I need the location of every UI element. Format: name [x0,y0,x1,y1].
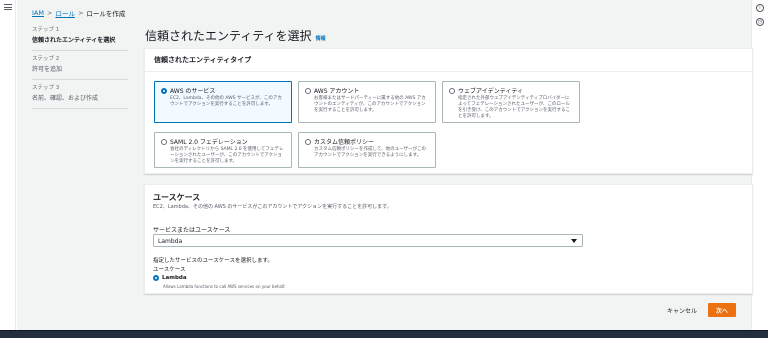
tile-title: カスタム信頼ポリシー [314,139,375,146]
breadcrumb-current: ロールを作成 [86,10,126,18]
breadcrumb: IAM > ロール > ロールを作成 [32,8,125,18]
radio[interactable] [305,87,311,94]
breadcrumb-iam[interactable]: IAM [32,9,44,17]
tile-desc: EC2、Lambda、その他の AWS サービスが、このアカウントでアクションを… [170,96,282,107]
step-number: ステップ 3 [32,85,60,91]
tile-title: AWS アカウント [314,88,360,95]
step-title: 許可を追加 [32,66,63,73]
cancel-button[interactable]: キャンセル [667,306,697,315]
option-label: Lambda [162,275,187,281]
bottom-bar [0,330,768,338]
step-3[interactable]: ステップ 3 名前、確認、および作成 [32,80,128,109]
use-case-hint: 指定したサービスのユースケースを選択します。 [153,258,273,264]
use-case-panel: ユースケース EC2、Lambda、その他の AWS のサービスがこのアカウント… [144,184,753,294]
radio[interactable] [161,138,167,145]
option-desc: Allows Lambda functions to call AWS serv… [163,284,286,289]
step-2[interactable]: ステップ 2 許可を追加 [32,51,128,80]
tile-title: AWS のサービス [170,88,216,95]
chevron-right-icon: > [77,9,84,17]
menu-icon[interactable] [4,4,12,10]
tile-title: ウェブアイデンティティ [458,88,523,95]
step-title: 信頼されたエンティティを選択 [32,37,116,44]
use-case-title: ユースケース [153,193,201,202]
right-rail: i ◷ [751,0,768,330]
page-title: 信頼されたエンティティを選択 情報 [145,27,326,44]
radio[interactable] [449,87,455,94]
step-1: ステップ 1 信頼されたエンティティを選択 [32,22,128,51]
radio-selected[interactable] [161,87,167,94]
use-case-sub-label: ユースケース [153,267,186,273]
next-button[interactable]: 次へ [708,303,736,317]
tile-aws-account[interactable]: AWS アカウント お客様またはサードパーティーに属する他の AWS アカウント… [298,81,436,123]
tile-saml[interactable]: SAML 2.0 フェデレーション 会社のディレクトリから SAML 2.0 を… [154,132,292,168]
left-rail [0,0,16,330]
tile-aws-service[interactable]: AWS のサービス EC2、Lambda、その他の AWS サービスが、このアカ… [154,81,292,123]
breadcrumb-roles[interactable]: ロール [55,8,75,18]
tile-desc: 指定された外部ウェブアイデンティティプロバイダーによってフェデレーションされたユ… [458,96,571,119]
tile-web-identity[interactable]: ウェブアイデンティティ 指定された外部ウェブアイデンティティプロバイダーによって… [442,81,580,123]
main-content: IAM > ロール > ロールを作成 ステップ 1 信頼されたエンティティを選択… [17,0,753,330]
trusted-entity-panel: 信頼されたエンティティタイプ AWS のサービス EC2、Lambda、その他の… [144,48,753,174]
caret-down-icon [571,239,577,243]
tile-title: SAML 2.0 フェデレーション [170,139,248,146]
page-title-text: 信頼されたエンティティを選択 [145,29,312,43]
tile-custom-trust-policy[interactable]: カスタム信頼ポリシー カスタム信頼ポリシーを作成して、他のユーザーがこのアカウン… [298,132,436,168]
wizard-steps: ステップ 1 信頼されたエンティティを選択 ステップ 2 許可を追加 ステップ … [32,22,128,109]
radio-selected[interactable] [153,275,159,281]
step-title: 名前、確認、および作成 [32,95,99,102]
step-number: ステップ 1 [32,27,60,33]
gear-icon[interactable]: ◷ [756,18,764,26]
use-case-option-lambda[interactable]: Lambda [153,275,187,281]
tile-desc: お客様またはサードパーティーに属する他の AWS アカウントのエンティティが、こ… [314,96,426,113]
step-number: ステップ 2 [32,56,60,62]
tile-desc: カスタム信頼ポリシーを作成して、他のユーザーがこのアカウントでアクションを実行で… [314,147,427,158]
panel-heading: 信頼されたエンティティタイプ [145,49,752,72]
radio[interactable] [305,138,311,145]
info-icon[interactable]: i [756,4,764,12]
service-label: サービスまたはユースケース [153,227,231,234]
tile-desc: 会社のディレクトリから SAML 2.0 を使用してフェデレーションされたユーザ… [170,147,284,164]
use-case-desc: EC2、Lambda、その他の AWS のサービスがこのアカウントでアクションを… [153,204,392,210]
service-select[interactable]: Lambda [153,234,583,247]
chevron-right-icon: > [46,9,53,17]
info-link[interactable]: 情報 [316,35,326,42]
service-select-value: Lambda [158,238,183,245]
